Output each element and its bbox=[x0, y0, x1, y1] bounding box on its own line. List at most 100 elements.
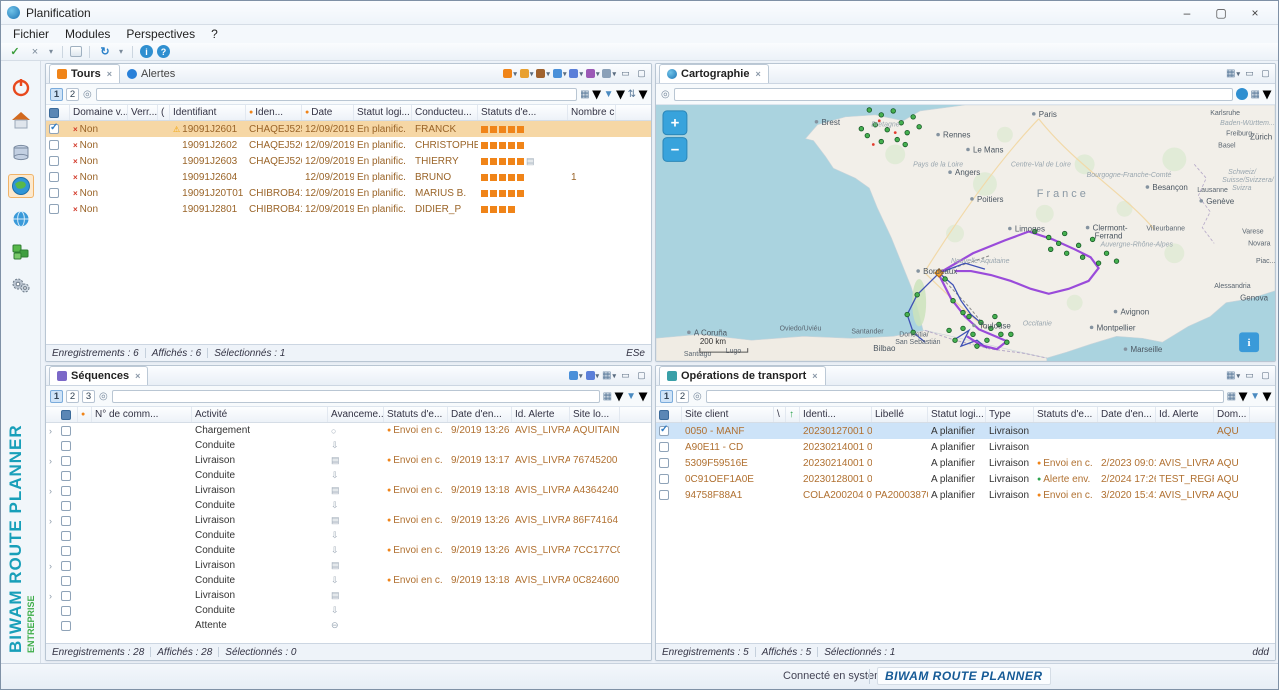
tab-sequences[interactable]: Séquences × bbox=[49, 366, 148, 385]
panel-minimize-icon[interactable]: ▭ bbox=[1243, 67, 1256, 80]
table-icon[interactable]: ▦ bbox=[1227, 391, 1236, 402]
close-window-icon[interactable]: × bbox=[1238, 2, 1272, 24]
table-row[interactable]: 5309F59516E 20230214001 0 A planifier Li… bbox=[656, 455, 1275, 471]
table-row[interactable]: ×Non ⚠19091J2604 12/09/2019 En planific.… bbox=[46, 169, 651, 185]
panel-maximize-icon[interactable]: ▢ bbox=[1259, 67, 1272, 80]
row-checkbox[interactable] bbox=[659, 458, 669, 468]
select-all-checkbox[interactable] bbox=[49, 108, 59, 118]
row-checkbox[interactable] bbox=[61, 426, 71, 436]
panel-toolbar-icon[interactable]: ▾ bbox=[569, 67, 583, 80]
page-button-1[interactable]: 1 bbox=[50, 88, 63, 101]
row-checkbox[interactable] bbox=[61, 441, 71, 451]
table-row[interactable]: › Conduite ⇩ ● bbox=[46, 603, 651, 618]
close-tab-icon[interactable]: × bbox=[107, 69, 112, 79]
zoom-out-button[interactable]: − bbox=[663, 138, 687, 162]
maximize-window-icon[interactable]: ▢ bbox=[1204, 2, 1238, 24]
panel-toolbar-icon[interactable]: ▦▾ bbox=[1226, 369, 1240, 382]
panel-minimize-icon[interactable]: ▭ bbox=[1243, 369, 1256, 382]
row-checkbox[interactable] bbox=[61, 591, 71, 601]
table-row[interactable]: 0C91OEF1A0E 20230128001 0 A planifier Li… bbox=[656, 471, 1275, 487]
expand-icon[interactable]: › bbox=[49, 516, 58, 526]
row-checkbox[interactable] bbox=[61, 576, 71, 586]
page-button-2[interactable]: 2 bbox=[676, 390, 689, 403]
row-checkbox[interactable] bbox=[61, 621, 71, 631]
panel-toolbar-icon[interactable]: ▾ bbox=[586, 67, 600, 80]
panel-toolbar-icon[interactable]: ▾ bbox=[503, 67, 517, 80]
panel-toolbar-icon[interactable]: ▾ bbox=[520, 67, 534, 80]
map-perspective-icon[interactable] bbox=[8, 174, 34, 198]
page-button-2[interactable]: 2 bbox=[66, 390, 79, 403]
power-icon[interactable] bbox=[8, 75, 34, 99]
row-checkbox[interactable] bbox=[61, 486, 71, 496]
operations-filter-input[interactable] bbox=[706, 390, 1224, 403]
table-row[interactable]: › Conduite ⇩ ● bbox=[46, 528, 651, 543]
row-checkbox[interactable] bbox=[61, 501, 71, 511]
expand-icon[interactable]: › bbox=[49, 426, 58, 436]
table-row[interactable]: › Livraison ▤ ●Envoi en c. 9/2019 13:26 … bbox=[46, 513, 651, 528]
row-checkbox[interactable] bbox=[61, 471, 71, 481]
row-checkbox[interactable] bbox=[659, 426, 669, 436]
panel-toolbar-icon[interactable]: ▦▾ bbox=[1226, 67, 1240, 80]
select-all-checkbox[interactable] bbox=[659, 410, 669, 420]
table-row[interactable]: ×Non ⚠19091J20T01 CHIBROB41S 12/09/2019 … bbox=[46, 185, 651, 201]
table-row[interactable]: › Conduite ⇩ ●Envoi en c. 9/2019 13:26 A… bbox=[46, 543, 651, 558]
row-checkbox[interactable] bbox=[49, 140, 59, 150]
table-row[interactable]: ×Non ⚠19091J2801 CHIBROB41S 12/09/2019 E… bbox=[46, 201, 651, 217]
expand-icon[interactable]: › bbox=[49, 456, 58, 466]
menu-help[interactable]: ? bbox=[203, 27, 226, 41]
row-checkbox[interactable] bbox=[659, 474, 669, 484]
minimize-window-icon[interactable]: – bbox=[1170, 2, 1204, 24]
panel-toolbar-icon[interactable]: ▾ bbox=[536, 67, 550, 80]
visibility-icon[interactable]: ◎ bbox=[661, 89, 670, 100]
panel-toolbar-icon[interactable]: ▾ bbox=[553, 67, 567, 80]
row-checkbox[interactable] bbox=[61, 606, 71, 616]
table-row[interactable]: ×Non ⚠19091J2603 CHAQEJ526 12/09/2019 En… bbox=[46, 153, 651, 169]
table-icon[interactable]: ▦ bbox=[580, 89, 589, 100]
tab-cartographie[interactable]: Cartographie × bbox=[659, 64, 769, 83]
table-row[interactable]: › Livraison ▤ ●Envoi en c. 9/2019 13:18 … bbox=[46, 483, 651, 498]
panel-minimize-icon[interactable]: ▭ bbox=[619, 67, 632, 80]
tab-operations[interactable]: Opérations de transport × bbox=[659, 366, 826, 385]
panel-toolbar-icon[interactable]: ▾ bbox=[602, 67, 616, 80]
panel-maximize-icon[interactable]: ▢ bbox=[635, 369, 648, 382]
cancel-icon[interactable]: × bbox=[27, 46, 43, 58]
globe-button-icon[interactable] bbox=[1236, 88, 1248, 100]
select-all-checkbox[interactable] bbox=[61, 410, 71, 420]
menu-perspectives[interactable]: Perspectives bbox=[118, 27, 203, 41]
expand-icon[interactable]: › bbox=[49, 561, 58, 571]
table-row[interactable]: 94758F88A1 COLA200204 0 PA20003870. A pl… bbox=[656, 487, 1275, 503]
table-row[interactable]: › Conduite ⇩ ●Envoi en c. 9/2019 13:18 A… bbox=[46, 573, 651, 588]
filter-funnel-icon[interactable]: ▼ bbox=[604, 89, 614, 100]
row-checkbox[interactable] bbox=[659, 442, 669, 452]
table-row[interactable]: A90E11 - CD 20230214001 0 A planifier Li… bbox=[656, 439, 1275, 455]
row-checkbox[interactable] bbox=[659, 490, 669, 500]
table-row[interactable]: › Chargement ○ ●Envoi en c. 9/2019 13:26… bbox=[46, 423, 651, 438]
table-row[interactable]: ×Non ⚠19091J2601 CHAQEJ525 12/09/2019 En… bbox=[46, 121, 651, 137]
table-icon[interactable]: ▦ bbox=[603, 391, 612, 402]
map-info-button[interactable]: i bbox=[1239, 332, 1259, 352]
visibility-icon[interactable]: ◎ bbox=[99, 391, 108, 402]
expand-icon[interactable]: › bbox=[49, 486, 58, 496]
page-button-3[interactable]: 3 bbox=[82, 390, 95, 403]
menu-fichier[interactable]: Fichier bbox=[5, 27, 57, 41]
dropdown-icon[interactable]: ▾ bbox=[47, 47, 55, 56]
layout-icon[interactable] bbox=[70, 46, 82, 57]
row-checkbox[interactable] bbox=[61, 561, 71, 571]
close-tab-icon[interactable]: × bbox=[755, 69, 760, 79]
tab-tours[interactable]: Tours × bbox=[49, 64, 120, 83]
visibility-icon[interactable]: ◎ bbox=[693, 391, 702, 402]
globe-icon[interactable] bbox=[8, 207, 34, 231]
help-icon[interactable]: ? bbox=[157, 45, 170, 58]
table-row[interactable]: › Conduite ⇩ ● bbox=[46, 498, 651, 513]
table-row[interactable]: › Livraison ▤ ●Envoi en c. 9/2019 13:17 … bbox=[46, 453, 651, 468]
table-row[interactable]: › Conduite ⇩ ● bbox=[46, 438, 651, 453]
row-checkbox[interactable] bbox=[61, 516, 71, 526]
table-row[interactable]: › Attente ⊖ ● bbox=[46, 618, 651, 633]
zoom-in-button[interactable]: + bbox=[663, 111, 687, 135]
sort-icon[interactable]: ⇅ bbox=[628, 89, 636, 100]
home-icon[interactable] bbox=[8, 108, 34, 132]
sequences-filter-input[interactable] bbox=[112, 390, 600, 403]
info-icon[interactable]: i bbox=[140, 45, 153, 58]
table-row[interactable]: ×Non ⚠19091J2602 CHAQEJ526 12/09/2019 En… bbox=[46, 137, 651, 153]
menu-modules[interactable]: Modules bbox=[57, 27, 118, 41]
